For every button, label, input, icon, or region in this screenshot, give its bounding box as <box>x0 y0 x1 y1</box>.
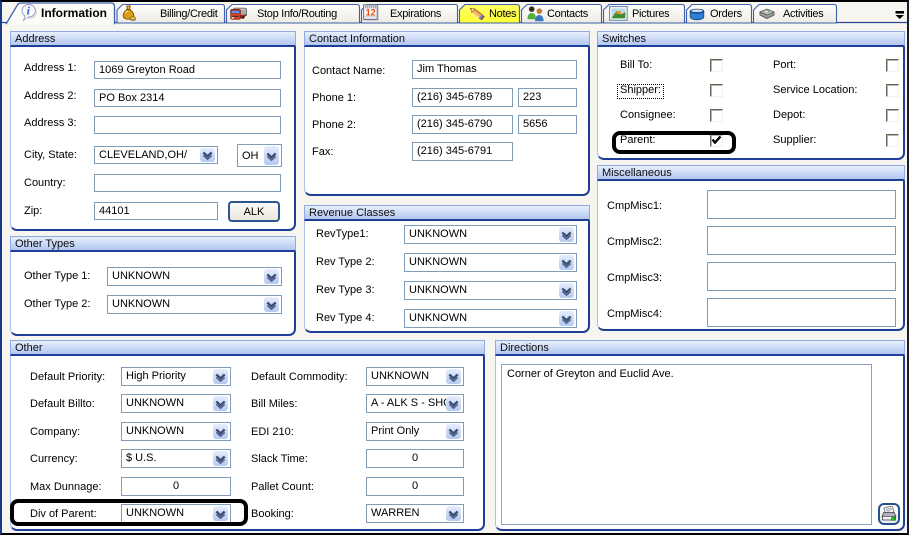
svg-text:12: 12 <box>366 8 376 18</box>
